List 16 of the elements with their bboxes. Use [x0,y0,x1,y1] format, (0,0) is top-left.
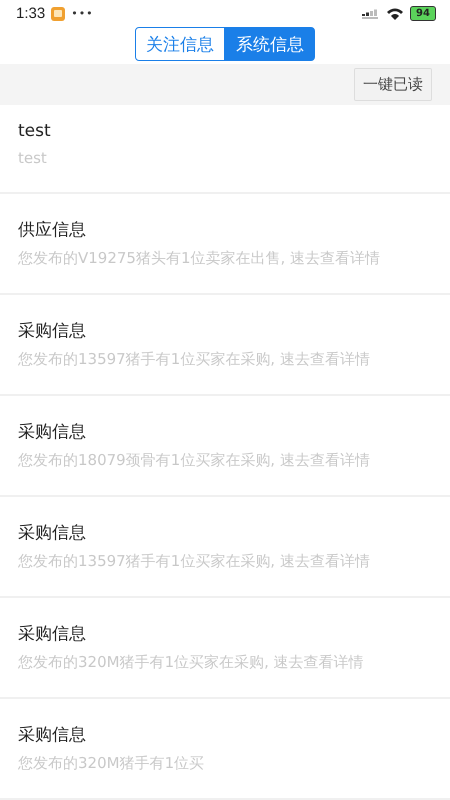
mark-all-read-button[interactable]: 一键已读 [354,68,432,102]
tab[interactable]: 系统信息 [225,27,315,62]
wifi-icon [386,6,404,21]
message-title: 供应信息 [18,219,87,241]
message-title: 采购信息 [18,421,87,443]
message-title: 采购信息 [18,522,87,544]
message-title: 采购信息 [18,724,87,746]
battery-icon: 94 [410,6,436,22]
message-title: 采购信息 [18,320,87,342]
app-icon [51,6,66,21]
message-title: test [18,121,52,141]
signal-icon [362,8,380,20]
tab[interactable]: 关注信息 [135,27,225,62]
message-title: 采购信息 [18,623,87,645]
status-time: 1:33 [16,5,46,22]
more-dots: ••• [71,7,94,20]
